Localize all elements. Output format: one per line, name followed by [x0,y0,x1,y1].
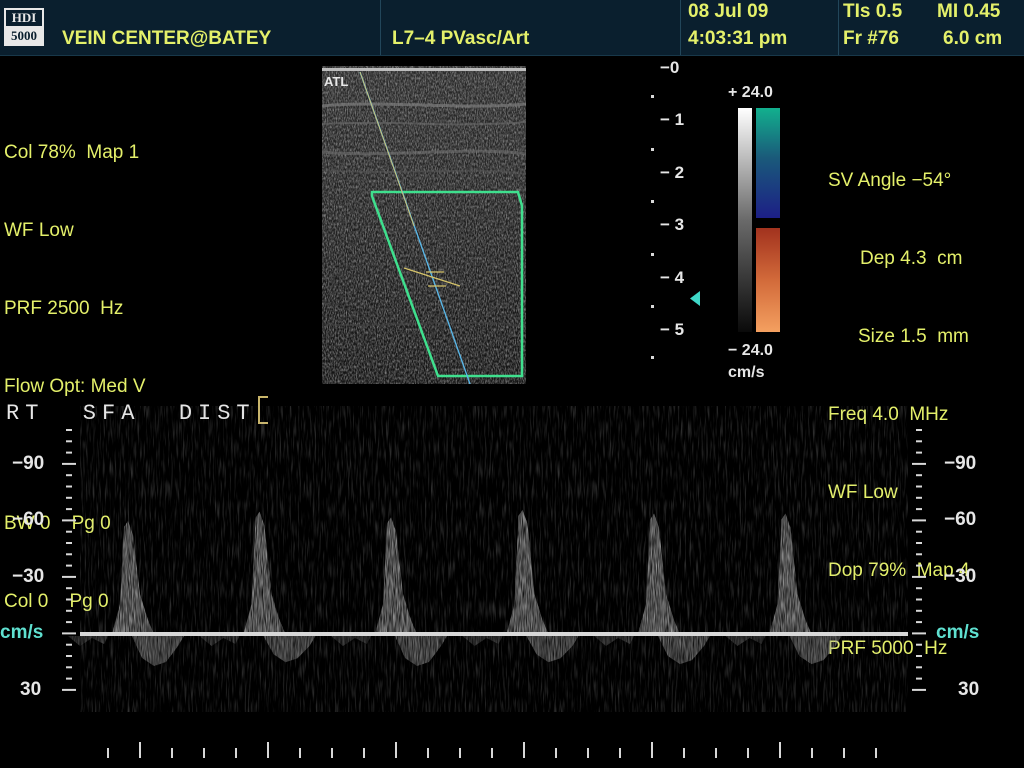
header-divider [680,0,681,55]
left-label-neg90: −90 [12,453,45,474]
header-divider [838,0,839,55]
color-scale-min: − 24.0 [728,342,773,359]
left-label-neg30: −30 [12,566,45,587]
color-gain-map: Col 78% Map 1 [4,142,140,163]
focal-zone-marker-icon[interactable] [688,290,702,308]
sample-depth: Dep 4.3 cm [860,248,963,269]
header-bar: HDI 5000 VEIN CENTER@BATEY L7–4 PVasc/Ar… [0,0,1024,56]
depth-ticks [651,95,654,359]
logo-bottom-text: 5000 [4,28,44,46]
color-scale-max: + 24.0 [728,84,773,101]
left-label-unit: cm/s [0,622,44,643]
depth-label-0: −0 [660,58,680,77]
left-velocity-ticks [62,429,76,691]
color-scale-unit: cm/s [728,364,765,381]
transducer-preset: L7–4 PVasc/Art [392,28,530,49]
right-label-neg60: −60 [944,509,977,530]
color-bar-graphic [738,108,780,332]
depth-label-3: − 3 [660,215,685,234]
reverse-flow-bar [756,228,780,332]
wall-filter: WF Low [4,220,74,241]
sample-size: Size 1.5 mm [858,326,969,347]
depth-label-1: − 1 [660,110,685,129]
depth-label-2: − 2 [660,163,685,182]
exam-date: 08 Jul 09 [688,1,769,22]
atl-label: ATL [324,74,348,89]
spectral-doppler-display [62,406,926,758]
sv-angle: SV Angle −54° [828,170,952,191]
facility-name: VEIN CENTER@BATEY [62,28,272,49]
exam-time: 4:03:31 pm [688,28,788,49]
depth-label-4: − 4 [660,268,685,287]
time-axis-ticks [107,742,877,758]
transducer-face [322,68,526,71]
bmode-image: ATL [322,66,526,384]
frame-number: Fr #76 [843,28,899,49]
image-depth: 6.0 cm [943,28,1003,49]
thermal-index: TIs 0.5 [843,1,903,22]
depth-label-5: − 5 [660,320,685,339]
right-label-30: 30 [958,679,980,700]
left-label-30: 30 [20,679,42,700]
left-label-neg60: −60 [12,509,45,530]
hdi-logo: HDI 5000 [4,8,44,46]
forward-flow-bar [756,108,780,218]
tissue-layer [322,102,526,108]
logo-top-text: HDI [4,8,44,28]
right-label-neg30: −30 [944,566,977,587]
right-velocity-ticks [912,429,926,691]
right-label-unit: cm/s [936,622,980,643]
mechanical-index: MI 0.45 [937,1,1001,22]
depth-scale: −0 − 1 − 2 − 3 − 4 − 5 [640,58,690,370]
right-label-neg90: −90 [944,453,977,474]
color-prf: PRF 2500 Hz [4,298,124,319]
grayscale-bar [738,108,752,332]
header-divider [380,0,381,55]
color-velocity-scale: + 24.0 − 24.0 cm/s [720,82,800,382]
